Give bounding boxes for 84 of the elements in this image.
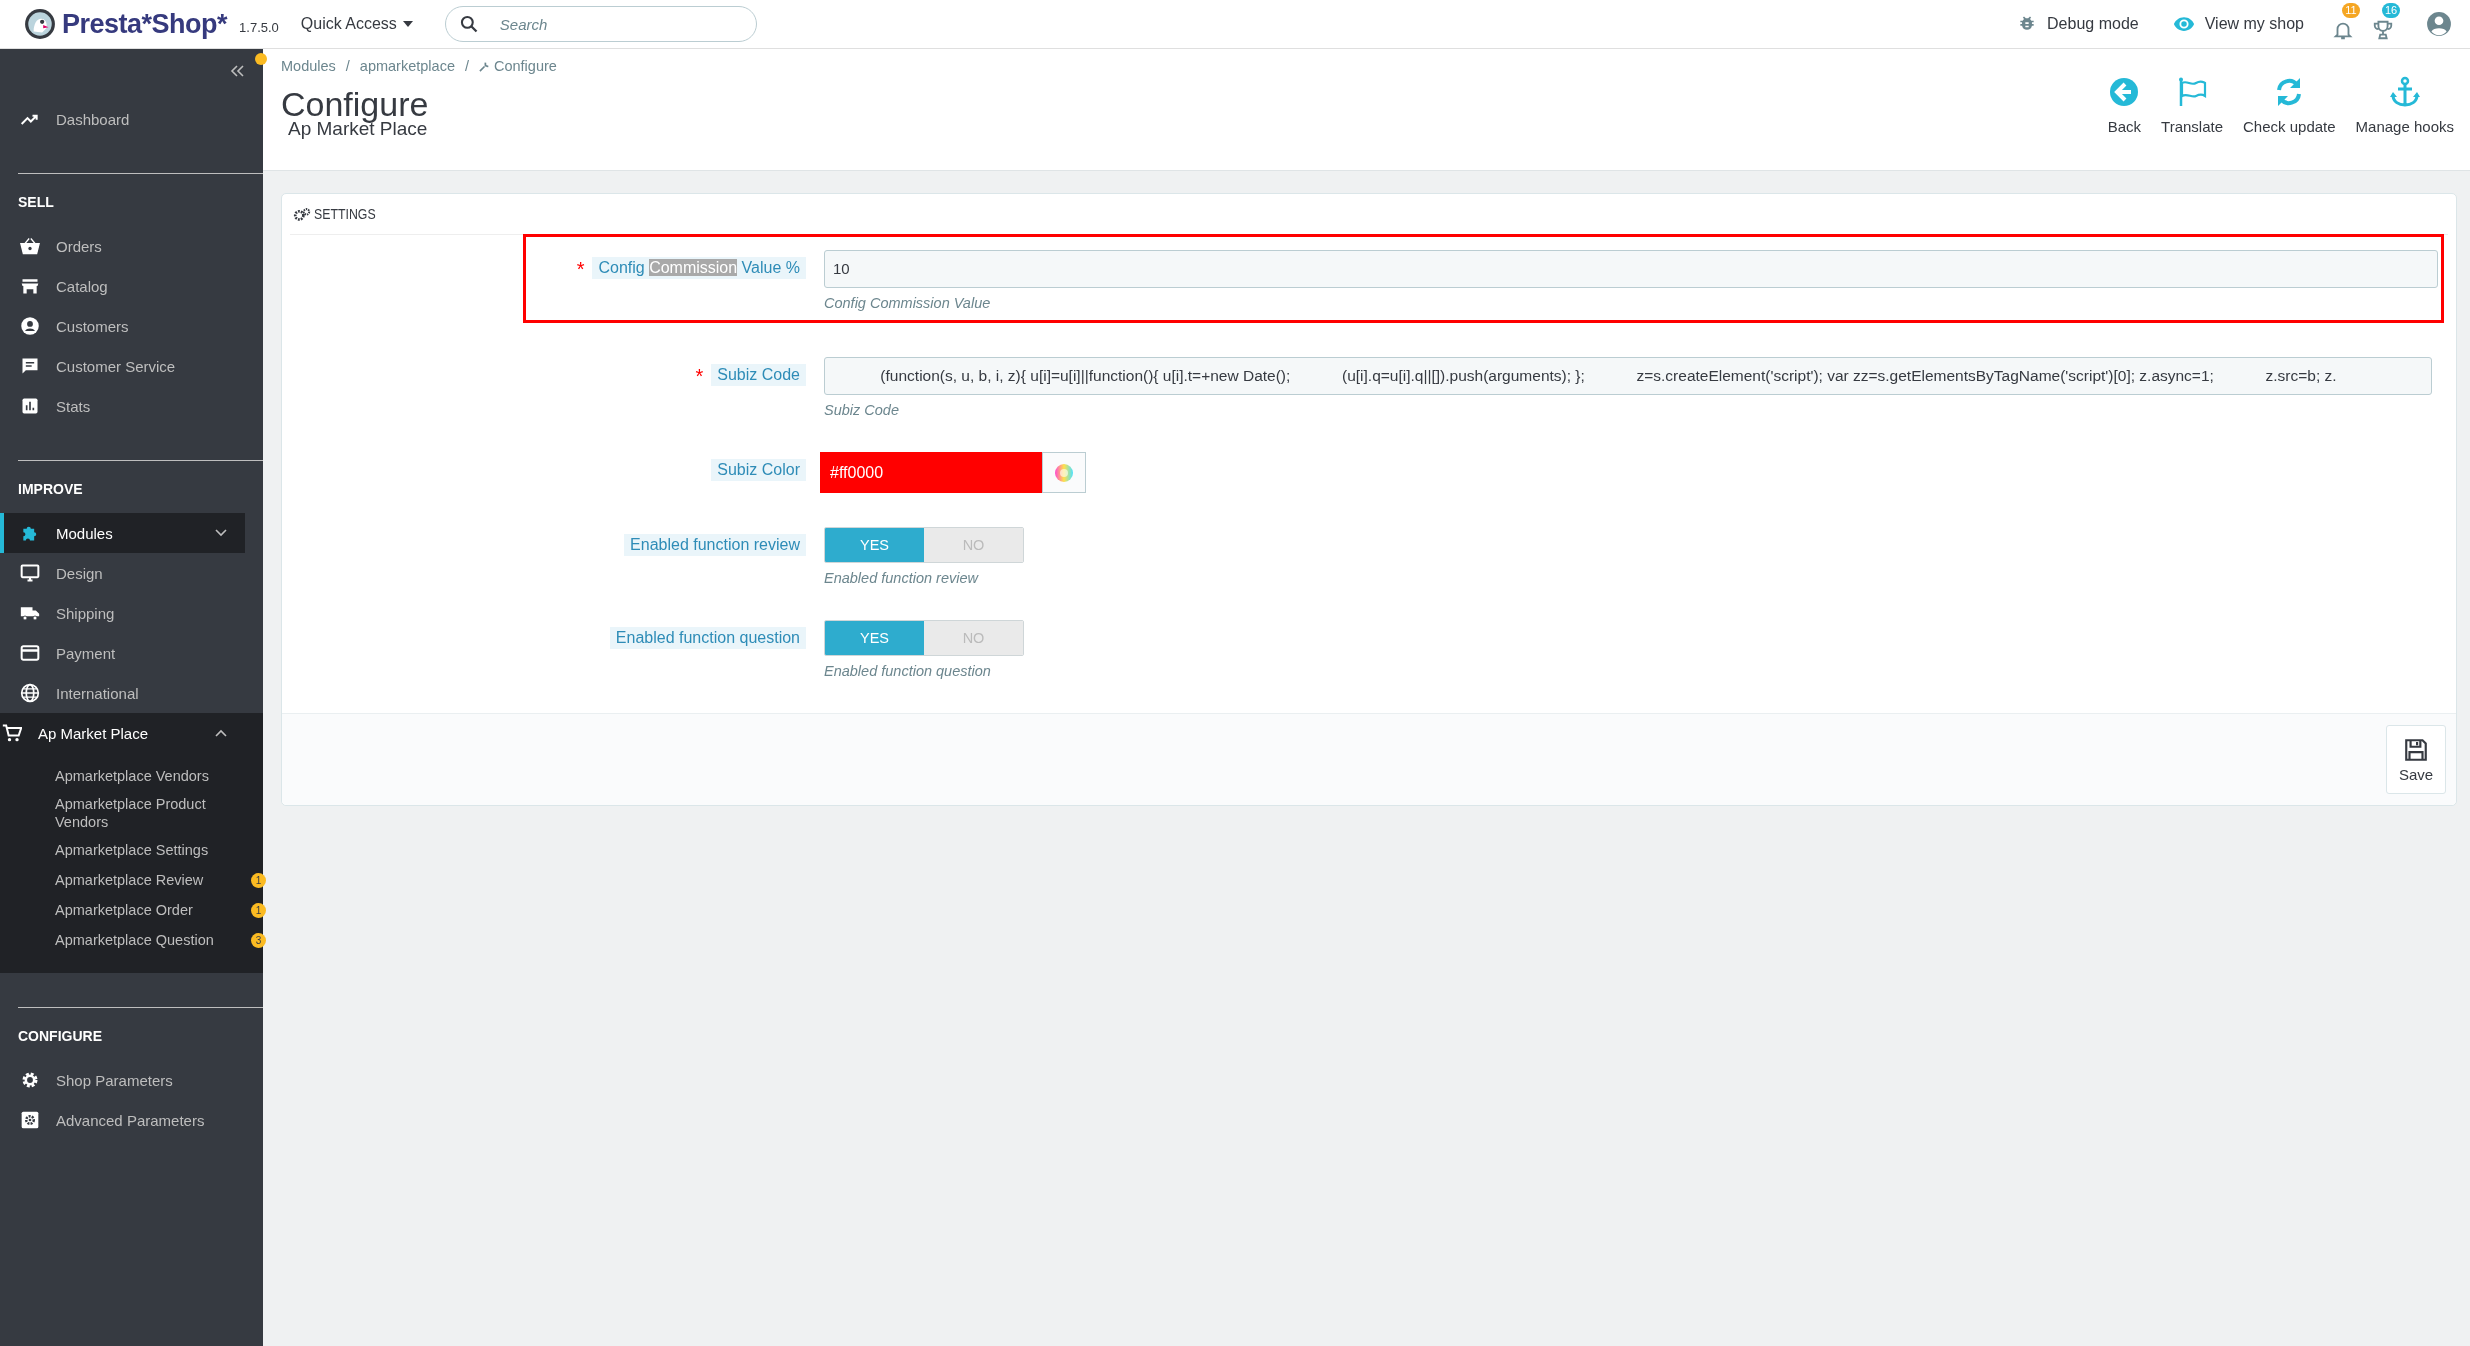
color-field[interactable]: #ff0000 [820,452,1042,493]
gear-icon [20,1070,40,1090]
anchor-icon [2388,76,2421,108]
back-icon [2108,76,2141,108]
chat-icon [20,356,40,376]
sidebar-item[interactable]: Ap Market Place [0,713,245,753]
help-text: Config Commission Value [824,295,992,311]
sidebar-item[interactable]: Advanced Parameters [0,1100,245,1140]
debug-mode-link[interactable]: Debug mode [2011,13,2145,35]
logo-icon [24,8,56,40]
search-field[interactable]: Search [444,6,757,42]
submenu-item[interactable]: Apmarketplace Settings [0,835,263,865]
field-label: Enabled function review [624,534,806,556]
basket-icon [20,236,40,256]
bar-chart-icon [20,396,40,416]
section-heading: IMPROVE [18,480,84,499]
gears-icon [293,206,311,222]
floppy-icon [2403,736,2429,763]
code-field[interactable]: (function(s, u, b, i, z){ u[i]=u[i]||function(){ u[i].t=+new Date(); (u[i].q=u[i].q||[]).push(arguments); }; z=s.createElement('script'); var zz=s.getElementsByTagName('script')[0]; z.async=1; z.src=b; z. [824,357,2432,395]
color-picker-button[interactable] [1042,452,1086,493]
input-field[interactable]: 10 [824,250,2438,288]
breadcrumb-link[interactable]: Modules [281,58,336,74]
chevron-up-icon [215,729,227,737]
section-heading: SELL [18,193,55,212]
toolbar-button[interactable]: Back [2095,76,2148,135]
avatar-icon [2426,11,2452,37]
sidebar-item[interactable]: Customer Service [0,346,245,386]
sidebar-item[interactable]: Shipping [0,593,245,633]
help-text: Enabled function review [824,570,980,586]
wrench-icon [479,60,490,72]
breadcrumb-link[interactable]: apmarketplace [359,58,455,74]
version-label: 1.7.5.0 [239,19,279,35]
save-button[interactable]: Save [2386,725,2446,794]
breadcrumb-separator: / [464,58,469,74]
breadcrumb-link[interactable]: Configure [479,58,557,74]
help-text: Subiz Code [824,402,900,418]
sidebar-item[interactable]: Shop Parameters [0,1060,245,1100]
store-icon [20,276,40,296]
messages-button[interactable] [2372,19,2394,41]
toolbar-button[interactable]: Manage hooks [2343,76,2460,135]
sidebar-item[interactable]: International [0,673,245,713]
card-icon [20,643,40,663]
field-label: Subiz Color [711,459,806,481]
required-mark: * [695,364,704,389]
toolbar-button[interactable]: Check update [2231,76,2342,135]
submenu-item[interactable]: Apmarketplace Vendors [0,761,263,791]
toolbar-button[interactable]: Translate [2149,76,2229,135]
field-label: Config Commission Value % [592,257,806,279]
chevron-down-icon [215,529,227,537]
search-icon [458,14,479,34]
help-text: Enabled function question [824,663,992,679]
account-button[interactable] [2426,11,2452,37]
view-shop-link[interactable]: View my shop [2166,12,2310,36]
count-badge: 11 [2342,3,2360,18]
color-wheel-icon [1054,462,1074,483]
sidebar-item[interactable]: Stats [0,386,245,426]
collapse-icon [229,65,245,77]
section-heading: CONFIGURE [18,1027,103,1046]
page-title: Configure [281,87,430,121]
field-label: Enabled function question [609,627,806,649]
gear-box-icon [20,1110,40,1130]
sidebar-item[interactable]: Catalog [0,266,245,306]
sidebar-item[interactable]: Design [0,553,245,593]
sidebar-item[interactable]: Orders [0,226,245,266]
field-label: Subiz Code [711,364,806,386]
required-mark: * [576,257,585,282]
breadcrumb-separator: / [345,58,350,74]
count-badge: 16 [2382,3,2400,18]
globe-icon [20,683,40,703]
panel-title: SETTINGS [314,206,376,222]
flag-icon [2176,76,2208,108]
notification-dot [255,53,267,65]
submenu-item[interactable]: Apmarketplace Product Vendors [0,791,263,835]
caret-icon [402,21,413,27]
sidebar-item[interactable]: Customers [0,306,245,346]
monitor-icon [20,563,40,583]
trophy-icon [2372,19,2394,41]
quick-access-menu[interactable]: Quick Access [294,14,419,34]
logo-text: Presta*Shop* [62,8,228,40]
sidebar-item[interactable]: Dashboard [0,99,263,139]
sidebar-item[interactable]: Payment [0,633,245,673]
cart-icon [2,723,22,743]
sidebar-item[interactable]: Modules [0,513,245,553]
person-icon [20,316,40,336]
